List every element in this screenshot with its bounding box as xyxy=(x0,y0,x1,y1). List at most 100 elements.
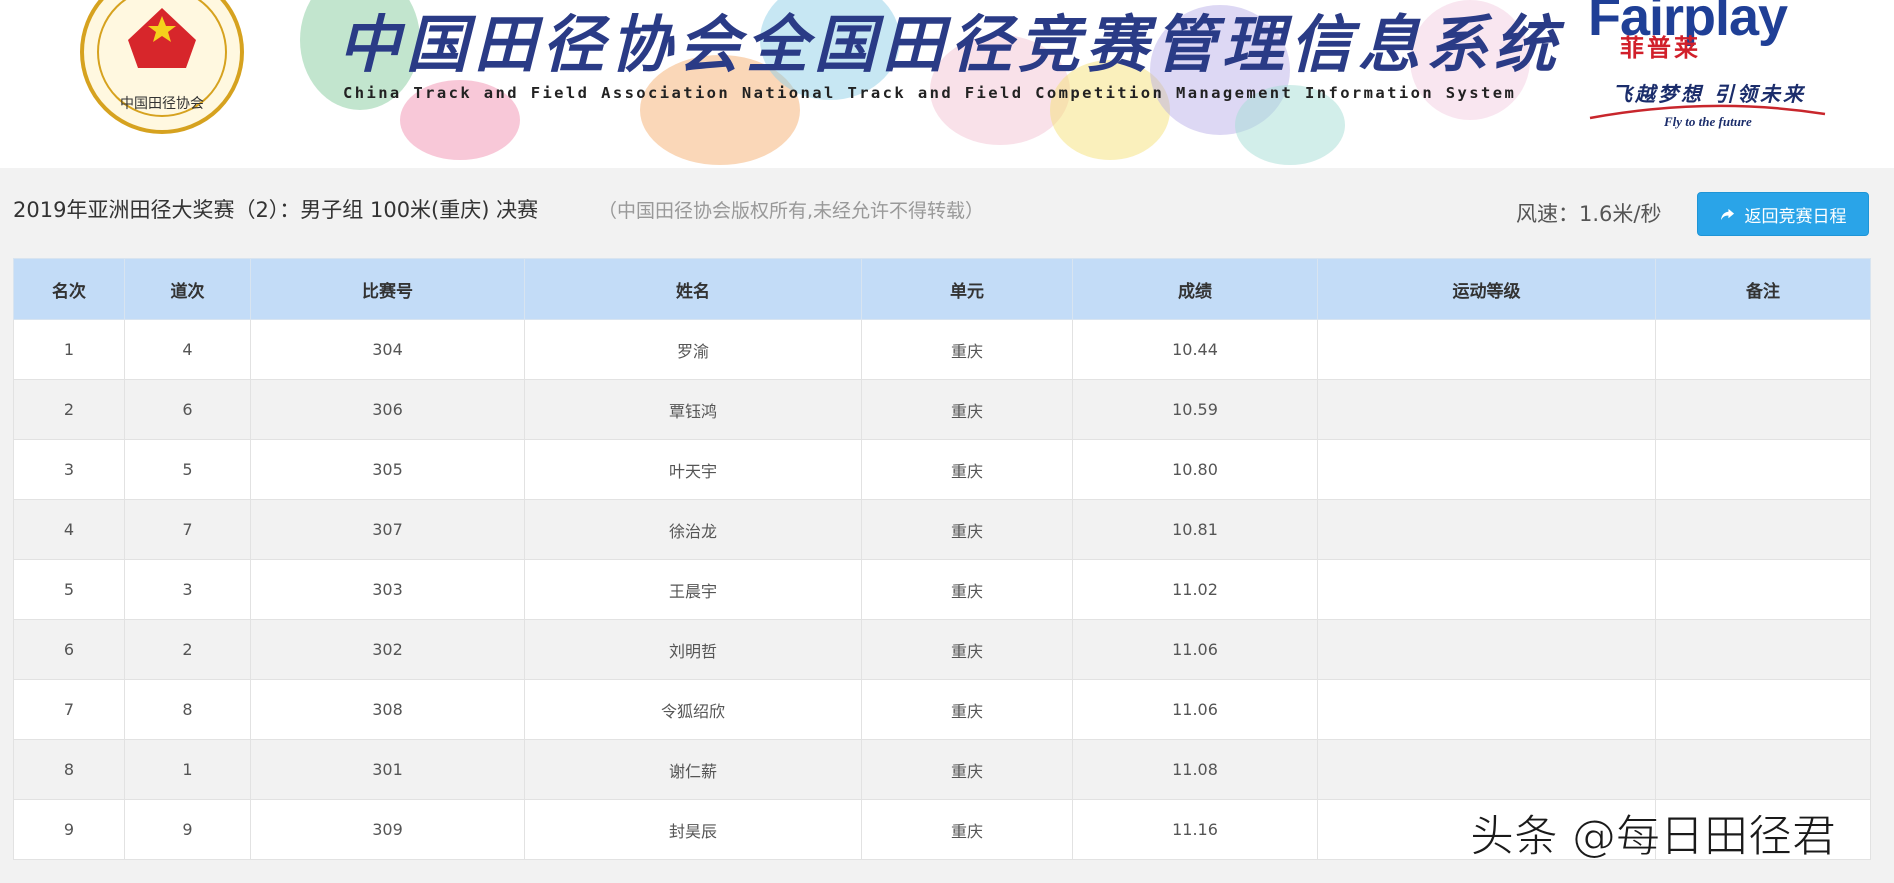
cell-bib: 301 xyxy=(250,739,525,800)
cell-notes xyxy=(1655,739,1871,800)
wind-speed: 风速：1.6米/秒 xyxy=(1516,202,1662,226)
cell-bib: 307 xyxy=(250,499,525,560)
cell-bib: 304 xyxy=(250,319,525,380)
table-row: 6 2 302 刘明哲 重庆 11.06 xyxy=(13,619,1871,680)
cell-name: 叶天宇 xyxy=(524,439,862,500)
cell-grade xyxy=(1317,679,1656,740)
cell-lane: 7 xyxy=(124,499,251,560)
cell-unit: 重庆 xyxy=(861,439,1073,500)
cell-result: 10.44 xyxy=(1072,319,1318,380)
col-bib: 比赛号 xyxy=(250,258,525,320)
cell-grade xyxy=(1317,439,1656,500)
cell-lane: 3 xyxy=(124,559,251,620)
back-button-label: 返回竞赛日程 xyxy=(1744,206,1847,227)
cell-unit: 重庆 xyxy=(861,739,1073,800)
cell-name: 覃钰鸿 xyxy=(524,379,862,440)
system-subtitle: China Track and Field Association Nation… xyxy=(343,84,1517,102)
cell-name: 刘明哲 xyxy=(524,619,862,680)
system-title: 中国田径协会全国田径竞赛管理信息系统 xyxy=(338,8,1563,81)
cata-emblem-logo: 中国田径协会 xyxy=(80,0,244,134)
col-unit: 单元 xyxy=(861,258,1073,320)
col-rank: 名次 xyxy=(13,258,125,320)
cell-lane: 1 xyxy=(124,739,251,800)
cell-unit: 重庆 xyxy=(861,499,1073,560)
cell-unit: 重庆 xyxy=(861,379,1073,440)
cell-rank: 1 xyxy=(13,319,125,380)
cell-bib: 306 xyxy=(250,379,525,440)
event-title: 2019年亚洲田径大奖赛（2）：男子组 100米(重庆) 决赛 xyxy=(13,198,539,222)
cell-name: 谢仁薪 xyxy=(524,739,862,800)
cell-result: 10.81 xyxy=(1072,499,1318,560)
cell-lane: 8 xyxy=(124,679,251,740)
share-arrow-icon xyxy=(1720,208,1734,220)
cell-name: 王晨宇 xyxy=(524,559,862,620)
col-result: 成绩 xyxy=(1072,258,1318,320)
col-notes: 备注 xyxy=(1655,258,1871,320)
cell-lane: 6 xyxy=(124,379,251,440)
cell-rank: 8 xyxy=(13,739,125,800)
cell-grade xyxy=(1317,739,1656,800)
table-row: 3 5 305 叶天宇 重庆 10.80 xyxy=(13,439,1871,500)
table-row: 7 8 308 令狐绍欣 重庆 11.06 xyxy=(13,679,1871,740)
cell-notes xyxy=(1655,679,1871,740)
cell-unit: 重庆 xyxy=(861,559,1073,620)
cell-name: 徐治龙 xyxy=(524,499,862,560)
cell-unit: 重庆 xyxy=(861,799,1073,860)
cell-bib: 308 xyxy=(250,679,525,740)
results-table-body: 1 4 304 罗渝 重庆 10.44 2 6 306 覃钰鸿 重庆 10.59… xyxy=(13,319,1871,860)
cell-grade xyxy=(1317,379,1656,440)
cell-unit: 重庆 xyxy=(861,619,1073,680)
results-table-header: 名次 道次 比赛号 姓名 单元 成绩 运动等级 备注 xyxy=(13,258,1871,320)
cell-grade xyxy=(1317,319,1656,380)
cell-lane: 5 xyxy=(124,439,251,500)
cell-result: 10.59 xyxy=(1072,379,1318,440)
table-row: 2 6 306 覃钰鸿 重庆 10.59 xyxy=(13,379,1871,440)
cell-result: 10.80 xyxy=(1072,439,1318,500)
cell-result: 11.02 xyxy=(1072,559,1318,620)
cell-notes xyxy=(1655,499,1871,560)
cell-result: 11.06 xyxy=(1072,619,1318,680)
brand-name-cn: 菲普莱 xyxy=(1620,34,1701,62)
col-name: 姓名 xyxy=(524,258,862,320)
cell-name: 罗渝 xyxy=(524,319,862,380)
cell-result: 11.08 xyxy=(1072,739,1318,800)
cell-unit: 重庆 xyxy=(861,319,1073,380)
event-title-bar: 2019年亚洲田径大奖赛（2）：男子组 100米(重庆) 决赛 （中国田径协会版… xyxy=(0,168,1894,258)
cell-notes xyxy=(1655,619,1871,680)
cell-rank: 5 xyxy=(13,559,125,620)
cell-notes xyxy=(1655,439,1871,500)
cell-lane: 2 xyxy=(124,619,251,680)
table-row: 4 7 307 徐治龙 重庆 10.81 xyxy=(13,499,1871,560)
cell-bib: 309 xyxy=(250,799,525,860)
cell-grade xyxy=(1317,499,1656,560)
table-row: 5 3 303 王晨宇 重庆 11.02 xyxy=(13,559,1871,620)
cell-notes xyxy=(1655,379,1871,440)
table-row: 8 1 301 谢仁薪 重庆 11.08 xyxy=(13,739,1871,800)
cell-notes xyxy=(1655,559,1871,620)
cell-notes xyxy=(1655,319,1871,380)
cell-rank: 4 xyxy=(13,499,125,560)
cell-rank: 2 xyxy=(13,379,125,440)
cell-bib: 302 xyxy=(250,619,525,680)
cell-bib: 303 xyxy=(250,559,525,620)
cell-result: 11.06 xyxy=(1072,679,1318,740)
svg-text:中国田径协会: 中国田径协会 xyxy=(120,96,204,112)
brand-slogan-en: Fly to the future xyxy=(1664,114,1752,129)
cell-rank: 6 xyxy=(13,619,125,680)
cell-unit: 重庆 xyxy=(861,679,1073,740)
col-grade: 运动等级 xyxy=(1317,258,1656,320)
cell-rank: 9 xyxy=(13,799,125,860)
table-row: 1 4 304 罗渝 重庆 10.44 xyxy=(13,319,1871,380)
cell-bib: 305 xyxy=(250,439,525,500)
cell-rank: 7 xyxy=(13,679,125,740)
copyright-notice: （中国田径协会版权所有,未经允许不得转载） xyxy=(598,200,985,222)
results-table: 名次 道次 比赛号 姓名 单元 成绩 运动等级 备注 1 4 304 罗渝 重庆… xyxy=(13,258,1871,860)
cell-result: 11.16 xyxy=(1072,799,1318,860)
fairplay-brand-logo: Fairplay 菲普莱 飞越梦想 引领未来 Fly to the future xyxy=(1580,0,1840,135)
col-lane: 道次 xyxy=(124,258,251,320)
watermark: 头条 @每日田径君 xyxy=(1470,811,1837,863)
cell-name: 封昊辰 xyxy=(524,799,862,860)
cell-lane: 4 xyxy=(124,319,251,380)
back-to-schedule-button[interactable]: 返回竞赛日程 xyxy=(1697,192,1869,236)
cell-grade xyxy=(1317,619,1656,680)
